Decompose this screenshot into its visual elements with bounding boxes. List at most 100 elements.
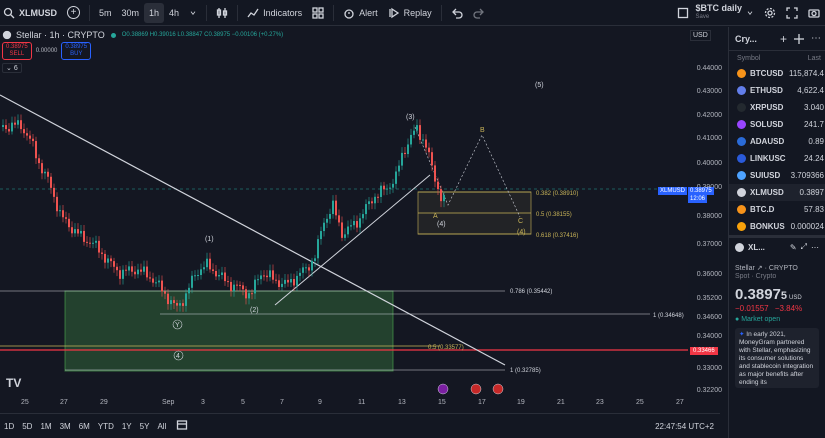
sell-button[interactable]: 0.38975 SELL xyxy=(2,42,32,60)
layouts-button[interactable] xyxy=(307,3,329,23)
price-tick: 0.43000 xyxy=(696,88,722,95)
redo-icon xyxy=(473,8,484,19)
range-button-5d[interactable]: 5D xyxy=(18,416,36,436)
detail-symbol[interactable]: XL... xyxy=(748,243,765,252)
watchlist-row[interactable]: XLMUSD 0.3897 xyxy=(729,184,825,201)
wave-label-4c: 4 xyxy=(176,353,180,360)
current-symbol-tag: XLMUSD xyxy=(658,187,688,195)
price-axis[interactable]: USD 0.44000 0.43000 0.42000 0.41000 0.40000 0… xyxy=(658,27,728,412)
interval-4h[interactable]: 4h xyxy=(164,3,184,23)
candle-body xyxy=(26,133,28,136)
watchlist-row[interactable]: SUIUSD 3.709366 xyxy=(729,167,825,184)
watchlist-row[interactable]: ADAUSD 0.89 xyxy=(729,133,825,150)
candle-body xyxy=(35,141,37,159)
top-toolbar: XLMUSD + 5m 30m 1h 4h Indicators Alert R… xyxy=(0,0,825,26)
indicators-label: Indicators xyxy=(263,7,303,18)
news-card[interactable]: ✦ In early 2021, MoneyGram partnered wit… xyxy=(735,328,819,388)
price-chart[interactable]: (1) (2) (3) (4) (5) A B C (4) Y 4 0.382 … xyxy=(0,27,720,412)
range-button-3m[interactable]: 3M xyxy=(56,416,75,436)
interval-1h[interactable]: 1h xyxy=(144,2,165,23)
col-last[interactable]: Last xyxy=(808,55,821,62)
fib-label-1b: 1 (0.32785) xyxy=(510,368,541,374)
watchlist-row[interactable]: BONKUS 0.000024 xyxy=(729,218,825,235)
watchlist-row[interactable]: BTCUSD 115,874.4 xyxy=(729,65,825,82)
sell-price: 0.38975 xyxy=(6,44,28,50)
range-button-1d[interactable]: 1D xyxy=(0,416,18,436)
interval-30m[interactable]: 30m xyxy=(117,3,145,23)
add-symbol-icon[interactable]: + xyxy=(780,32,787,46)
expand-icon[interactable]: ⤢ xyxy=(801,242,807,252)
replay-button[interactable]: Replay xyxy=(383,3,437,23)
candle-body xyxy=(236,284,238,286)
undo-button[interactable] xyxy=(446,3,468,23)
chart-type-button[interactable] xyxy=(211,3,233,23)
symbol-search[interactable]: XLMUSD xyxy=(0,3,62,23)
gear-icon xyxy=(764,7,776,18)
interval-5m[interactable]: 5m xyxy=(94,3,117,23)
candle-body xyxy=(68,218,70,228)
bottom-toolbar: 1D 5D 1M 3M 6M YTD 1Y 5Y All 22:47:54 UTC+2 xyxy=(0,413,720,438)
candle-body xyxy=(248,293,250,299)
range-button-ytd[interactable]: YTD xyxy=(94,416,118,436)
clock[interactable]: 22:47:54 UTC+2 xyxy=(655,422,714,431)
range-button-1m[interactable]: 1M xyxy=(36,416,55,436)
watchlist-row[interactable]: LINKUSC 24.24 xyxy=(729,150,825,167)
candle-body xyxy=(386,188,388,190)
candle-body xyxy=(329,213,331,219)
range-button-1y[interactable]: 1Y xyxy=(118,416,136,436)
chart-pane[interactable]: (1) (2) (3) (4) (5) A B C (4) Y 4 0.382 … xyxy=(0,27,720,412)
candle-body xyxy=(11,122,13,132)
time-tick: 3 xyxy=(201,399,205,406)
alert-button[interactable]: Alert xyxy=(338,3,383,23)
buy-label: BUY xyxy=(70,51,83,57)
flag-icon[interactable] xyxy=(470,383,482,395)
candle-body xyxy=(59,210,61,212)
date-range-button[interactable] xyxy=(176,419,188,433)
event-icon[interactable] xyxy=(437,383,449,395)
watchlist-row[interactable]: XRPUSD 3.040 xyxy=(729,99,825,116)
redo-button[interactable] xyxy=(468,3,490,23)
candle-body xyxy=(305,267,307,269)
candle-body xyxy=(116,266,118,271)
watchlist-last: 3.709366 xyxy=(790,171,824,180)
time-tick: 9 xyxy=(318,399,322,406)
watchlist-symbol: BTCUSD xyxy=(750,69,784,78)
candle-body xyxy=(98,240,100,253)
watchlist-title[interactable]: Cry... xyxy=(735,34,757,44)
market-status-dot-icon: ● xyxy=(735,316,740,323)
watchlist-row[interactable]: SOLUSD 241.7 xyxy=(729,116,825,133)
time-tick: 25 xyxy=(21,399,29,406)
detail-currency: USD xyxy=(789,295,802,301)
wave-label-b: B xyxy=(480,127,485,134)
snapshot-button[interactable] xyxy=(803,3,825,23)
candle-body xyxy=(218,275,220,277)
watchlist-row[interactable]: ETHUSD 4,622.4 xyxy=(729,82,825,99)
watchlist-row[interactable]: BTC.D 57.83 xyxy=(729,201,825,218)
currency-select[interactable]: USD xyxy=(690,30,711,41)
layout-menu[interactable]: $BTC daily Save xyxy=(672,3,759,23)
candle-body xyxy=(350,225,352,227)
range-button-all[interactable]: All xyxy=(153,416,170,436)
flag-icon[interactable] xyxy=(492,383,504,395)
range-button-6m[interactable]: 6M xyxy=(75,416,94,436)
buy-button[interactable]: 0.38975 BUY xyxy=(61,42,92,60)
settings-button[interactable] xyxy=(759,3,781,23)
more-icon[interactable]: ⋯ xyxy=(811,243,819,252)
grid-view-icon[interactable] xyxy=(793,33,805,45)
candle-body xyxy=(80,230,82,234)
watchlist-symbol: BONKUS xyxy=(750,222,785,231)
compare-button[interactable]: + xyxy=(62,3,85,23)
indicators-toggle[interactable]: ⌄ 6 xyxy=(2,63,22,73)
interval-dropdown[interactable] xyxy=(184,3,202,23)
chevron-down-icon xyxy=(747,10,753,15)
more-icon[interactable]: ⋯ xyxy=(811,33,821,44)
candle-body xyxy=(5,125,7,130)
current-price-tag: XLMUSD 0.38975 12:06 xyxy=(658,187,726,207)
time-axis[interactable]: 25 27 29 Sep 3 5 7 9 11 13 15 17 19 21 23 25 27 xyxy=(0,397,720,411)
range-button-5y[interactable]: 5Y xyxy=(136,416,154,436)
detail-name[interactable]: Stellar xyxy=(735,265,755,272)
col-symbol[interactable]: Symbol xyxy=(737,55,760,62)
fullscreen-button[interactable] xyxy=(781,3,803,23)
edit-icon[interactable]: ✎ xyxy=(790,243,797,252)
indicators-button[interactable]: Indicators xyxy=(242,3,307,23)
